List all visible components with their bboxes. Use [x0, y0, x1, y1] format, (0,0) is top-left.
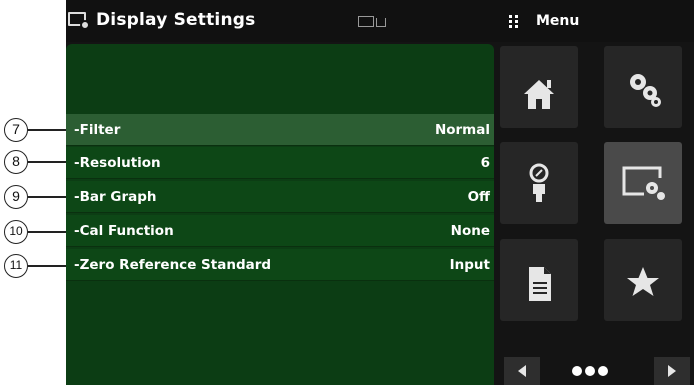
callout-number: 11 — [4, 254, 28, 278]
prev-page-button[interactable] — [504, 357, 540, 385]
callout-number: 10 — [4, 220, 28, 244]
setting-row-bar-graph[interactable]: -Bar Graph Off — [66, 181, 494, 213]
setting-label: -Resolution — [74, 155, 161, 171]
gears-icon — [630, 74, 661, 107]
settings-panel: -Filter Normal -Resolution 6 -Bar Graph … — [66, 44, 494, 385]
device-screen: Display Settings Menu -Filter Normal -Re… — [66, 0, 694, 385]
prev-arrow-icon — [518, 365, 526, 377]
display-settings-icon — [68, 12, 90, 30]
menu-label[interactable]: Menu — [536, 13, 579, 29]
remote-status-icon — [358, 16, 374, 27]
setting-row-filter[interactable]: -Filter Normal — [66, 114, 494, 146]
setting-label: -Filter — [74, 122, 121, 138]
setting-value: Off — [467, 189, 490, 205]
setting-label: -Bar Graph — [74, 189, 157, 205]
setting-label: -Zero Reference Standard — [74, 257, 272, 273]
setting-value: Normal — [434, 122, 490, 138]
callout-number: 7 — [4, 118, 28, 142]
setting-label: -Cal Function — [74, 223, 174, 239]
setting-row-resolution[interactable]: -Resolution 6 — [66, 147, 494, 179]
callout-10: 10 — [2, 220, 72, 244]
next-arrow-icon — [668, 365, 676, 377]
menu-pager — [500, 357, 694, 385]
title-bar: Display Settings Menu — [66, 0, 694, 42]
callout-9: 9 — [2, 185, 72, 209]
star-icon — [627, 267, 659, 296]
setting-value: None — [450, 223, 490, 239]
connection-status-icon — [376, 18, 386, 27]
gauge-icon — [529, 163, 549, 202]
menu-grid-icon[interactable] — [509, 15, 521, 28]
home-icon — [524, 80, 554, 109]
page-title: Display Settings — [96, 10, 256, 30]
favorites-tile[interactable] — [604, 239, 682, 321]
ellipsis-icon — [572, 366, 622, 378]
setting-row-cal-function[interactable]: -Cal Function None — [66, 215, 494, 247]
setting-value: 6 — [480, 155, 490, 171]
callout-7: 7 — [2, 118, 72, 142]
documents-tile[interactable] — [500, 239, 578, 321]
setting-row-zero-reference-standard[interactable]: -Zero Reference Standard Input — [66, 249, 494, 281]
home-tile[interactable] — [500, 46, 578, 128]
next-page-button[interactable] — [654, 357, 690, 385]
display-settings-tile[interactable] — [604, 142, 682, 224]
page: 7 8 9 10 11 Display Settings Menu -Filte… — [0, 0, 694, 385]
instrument-tile[interactable] — [500, 142, 578, 224]
callout-number: 8 — [4, 150, 28, 174]
display-settings-icon — [622, 166, 665, 200]
callout-11: 11 — [2, 254, 72, 278]
setting-value: Input — [449, 257, 490, 273]
callout-8: 8 — [2, 150, 72, 174]
settings-tile[interactable] — [604, 46, 682, 128]
callout-number: 9 — [4, 185, 28, 209]
document-icon — [529, 267, 551, 301]
